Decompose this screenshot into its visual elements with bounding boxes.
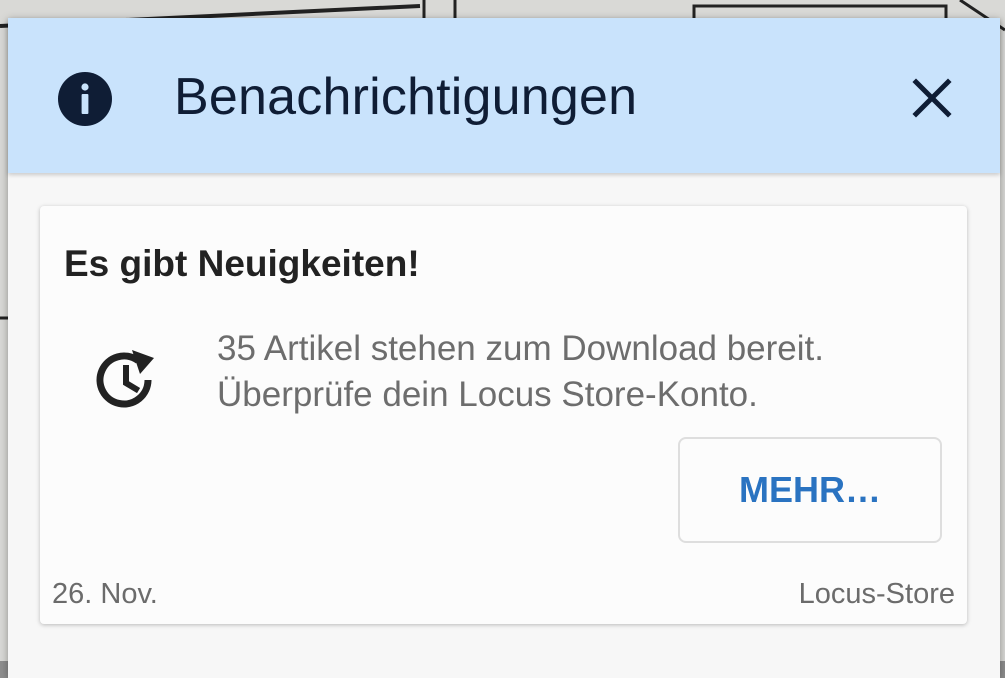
close-icon[interactable] xyxy=(906,72,958,124)
info-icon xyxy=(58,72,112,126)
notification-message: 35 Artikel stehen zum Download bereit. Ü… xyxy=(217,326,937,418)
message-line-1: 35 Artikel stehen zum Download bereit. xyxy=(217,329,824,368)
notification-card: Es gibt Neuigkeiten! 35 Artikel stehen z… xyxy=(40,206,967,624)
notification-title: Es gibt Neuigkeiten! xyxy=(64,243,420,284)
more-button[interactable]: MEHR… xyxy=(678,437,942,543)
notification-source: Locus-Store xyxy=(798,578,955,610)
notifications-dialog: Benachrichtigungen Es gibt Neuigkeiten! … xyxy=(8,18,1000,678)
notification-date: 26. Nov. xyxy=(52,578,158,610)
dialog-header: Benachrichtigungen xyxy=(8,18,1000,173)
dialog-title: Benachrichtigungen xyxy=(174,68,638,126)
history-update-icon xyxy=(96,350,154,408)
message-line-2: Überprüfe dein Locus Store-Konto. xyxy=(217,375,758,414)
